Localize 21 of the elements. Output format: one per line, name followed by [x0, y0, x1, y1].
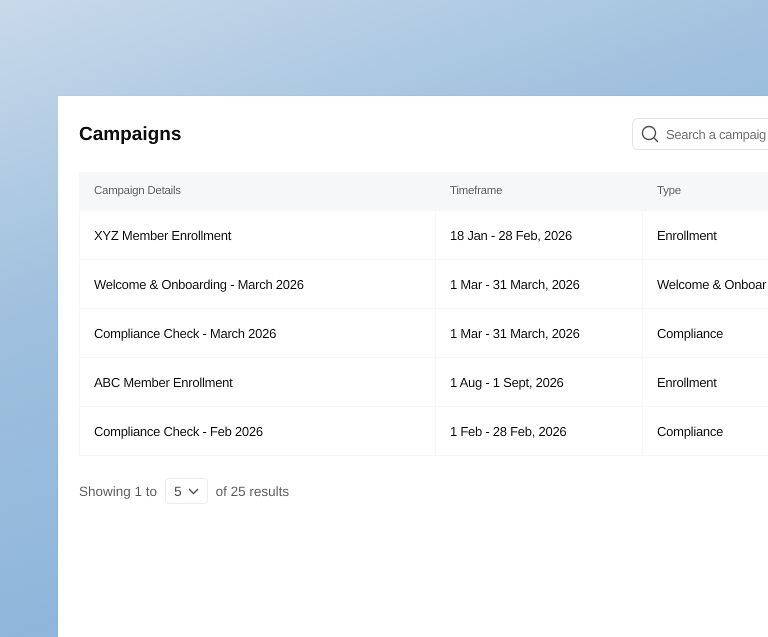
table-cell: ABC Member Enrollment	[80, 358, 435, 406]
table-cell: Enrollment	[643, 358, 768, 406]
table-cell: 1 Aug - 1 Sept, 2026	[436, 358, 642, 406]
table-cell: Enrollment	[643, 211, 768, 259]
table-cell: XYZ Member Enrollment	[80, 211, 435, 259]
table-cell: Compliance Check - Feb 2026	[80, 407, 435, 455]
table-cell: Welcome & Onboarding - March 2026	[80, 260, 435, 308]
table-cell: 1 Feb - 28 Feb, 2026	[436, 407, 642, 455]
caret-icon	[188, 488, 199, 494]
table-cell: 1 Mar - 31 March, 2026	[436, 309, 642, 357]
table-cell: 18 Jan - 28 Feb, 2026	[436, 211, 642, 259]
page-size-select[interactable]: 5	[165, 478, 208, 504]
results-label: of 25 results	[216, 484, 290, 498]
search-field[interactable]: Search a campaig	[632, 118, 768, 150]
table-cell: 1 Mar - 31 March, 2026	[436, 260, 642, 308]
table-cell: Compliance Check - March 2026	[80, 309, 435, 357]
table-cell: Welcome & Onboar	[643, 260, 768, 308]
table-cell: Compliance	[643, 309, 768, 357]
table-cell: Compliance	[643, 407, 768, 455]
results-label: Showing 1 to	[79, 484, 158, 498]
page-title: Campaigns	[79, 123, 182, 146]
